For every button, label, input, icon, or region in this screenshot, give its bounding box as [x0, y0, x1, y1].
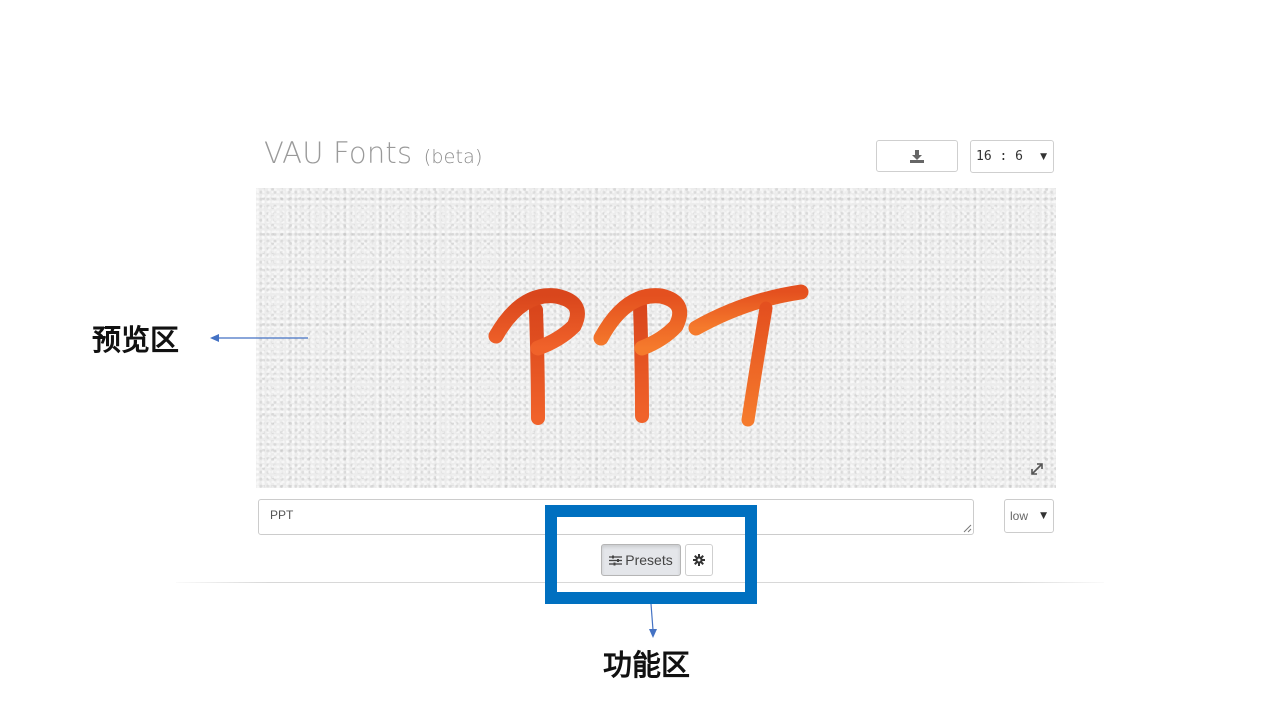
download-button[interactable] [876, 140, 958, 172]
app-title-text: VAU Fonts [264, 136, 413, 170]
beta-badge: (beta) [423, 146, 483, 168]
resize-grip-icon[interactable] [963, 524, 972, 533]
preview-canvas[interactable] [256, 188, 1056, 488]
expand-icon[interactable] [1030, 462, 1044, 476]
app-title: VAU Fonts (beta) [264, 136, 483, 170]
chevron-down-icon: ▼ [1040, 151, 1047, 162]
aspect-ratio-select[interactable]: 16 : 6 ▼ [970, 140, 1054, 173]
chevron-down-icon: ▼ [1040, 511, 1047, 521]
preview-area-label: 预览区 [92, 323, 180, 357]
function-arrow [649, 603, 657, 638]
rendered-text-artwork [488, 284, 809, 427]
quality-value: low [1010, 509, 1029, 523]
download-icon [910, 149, 924, 163]
function-area-highlight [545, 505, 757, 604]
quality-select[interactable]: low ▼ [1004, 499, 1054, 533]
aspect-ratio-value: 16 : 6 [976, 149, 1023, 164]
function-area-label: 功能区 [603, 648, 691, 682]
